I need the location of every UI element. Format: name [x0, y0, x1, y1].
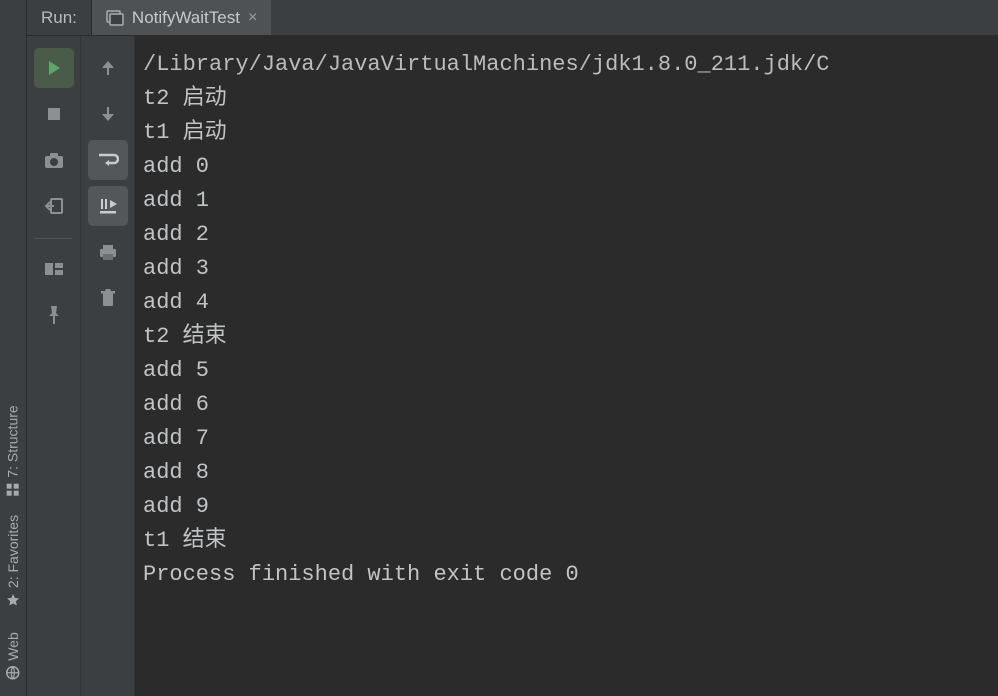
left-tool-rail: 7: Structure 2: Favorites Web: [0, 0, 27, 696]
console-line: t1 启动: [135, 116, 998, 150]
globe-icon: [6, 666, 20, 680]
console-line: add 4: [135, 286, 998, 320]
console-line: add 5: [135, 354, 998, 388]
rail-item-web[interactable]: Web: [0, 632, 43, 680]
clear-all-button[interactable]: [88, 278, 128, 318]
console-line: add 7: [135, 422, 998, 456]
play-icon: [45, 59, 63, 77]
stop-button[interactable]: [34, 94, 74, 134]
close-tab-button[interactable]: ×: [248, 9, 257, 27]
exit-icon: [44, 197, 64, 215]
pin-button[interactable]: [34, 295, 74, 335]
down-stack-button[interactable]: [88, 94, 128, 134]
console-line: add 8: [135, 456, 998, 490]
console-line: add 1: [135, 184, 998, 218]
dump-threads-button[interactable]: [34, 140, 74, 180]
print-icon: [98, 243, 118, 261]
up-stack-button[interactable]: [88, 48, 128, 88]
run-config-tab[interactable]: NotifyWaitTest ×: [92, 0, 272, 35]
star-icon: [6, 593, 20, 607]
scroll-end-icon: [98, 197, 118, 215]
rail-item-structure[interactable]: 7: Structure: [0, 405, 58, 496]
soft-wrap-button[interactable]: [88, 140, 128, 180]
exit-button[interactable]: [34, 186, 74, 226]
rerun-button[interactable]: [34, 48, 74, 88]
console-line: add 0: [135, 150, 998, 184]
rail-label-structure: 7: Structure: [5, 405, 21, 477]
application-icon: [106, 9, 124, 27]
run-toolbar-secondary: [81, 36, 135, 696]
pin-icon: [46, 305, 62, 325]
trash-icon: [100, 288, 116, 308]
run-label: Run:: [27, 0, 92, 35]
rail-label-favorites: 2: Favorites: [5, 515, 21, 588]
scroll-to-end-button[interactable]: [88, 186, 128, 226]
arrow-up-icon: [100, 59, 116, 77]
layout-button[interactable]: [34, 249, 74, 289]
console-line: add 6: [135, 388, 998, 422]
soft-wrap-icon: [97, 152, 119, 168]
stop-icon: [46, 106, 62, 122]
rail-label-web: Web: [5, 632, 21, 661]
console-line: t2 结束: [135, 320, 998, 354]
console-line: t2 启动: [135, 82, 998, 116]
tab-title: NotifyWaitTest: [132, 8, 240, 28]
rail-item-favorites[interactable]: 2: Favorites: [0, 515, 58, 607]
console-line: t1 结束: [135, 524, 998, 558]
console-line: add 9: [135, 490, 998, 524]
print-button[interactable]: [88, 232, 128, 272]
console-line: Process finished with exit code 0: [135, 558, 998, 592]
console-line: /Library/Java/JavaVirtualMachines/jdk1.8…: [135, 48, 998, 82]
arrow-down-icon: [100, 105, 116, 123]
layout-icon: [44, 261, 64, 277]
structure-icon: [6, 483, 20, 497]
console-line: add 2: [135, 218, 998, 252]
run-tab-row: Run: NotifyWaitTest ×: [27, 0, 998, 36]
console-output[interactable]: /Library/Java/JavaVirtualMachines/jdk1.8…: [135, 36, 998, 696]
console-line: add 3: [135, 252, 998, 286]
camera-icon: [44, 151, 64, 169]
